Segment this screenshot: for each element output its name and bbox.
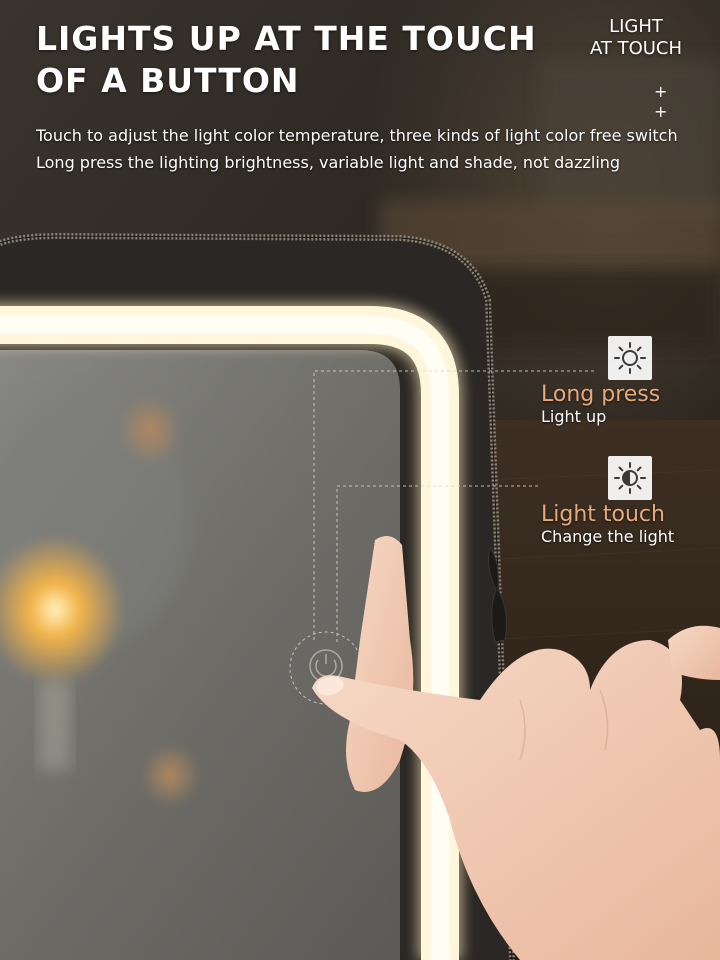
- feature-subtitle-light-up: Light up: [541, 407, 607, 426]
- feature-title-light-touch: Light touch: [541, 502, 665, 527]
- feature-title-long-press: Long press: [541, 382, 661, 407]
- badge-line-1: LIGHT: [609, 16, 663, 37]
- plus-mark: +: [654, 102, 668, 121]
- plus-mark: +: [654, 82, 668, 101]
- feature-subtitle-change-light: Change the light: [541, 527, 675, 546]
- headline: LIGHTS UP AT THE TOUCH OF A BUTTON: [36, 19, 537, 100]
- description-line-1: Touch to adjust the light color temperat…: [36, 126, 678, 145]
- half-sun-icon: [608, 456, 652, 500]
- description-line-2: Long press the lighting brightness, vari…: [36, 153, 621, 172]
- light-at-touch-badge: LIGHT AT TOUCH: [576, 16, 696, 60]
- sun-icon: [608, 336, 652, 380]
- badge-line-2: AT TOUCH: [589, 38, 683, 59]
